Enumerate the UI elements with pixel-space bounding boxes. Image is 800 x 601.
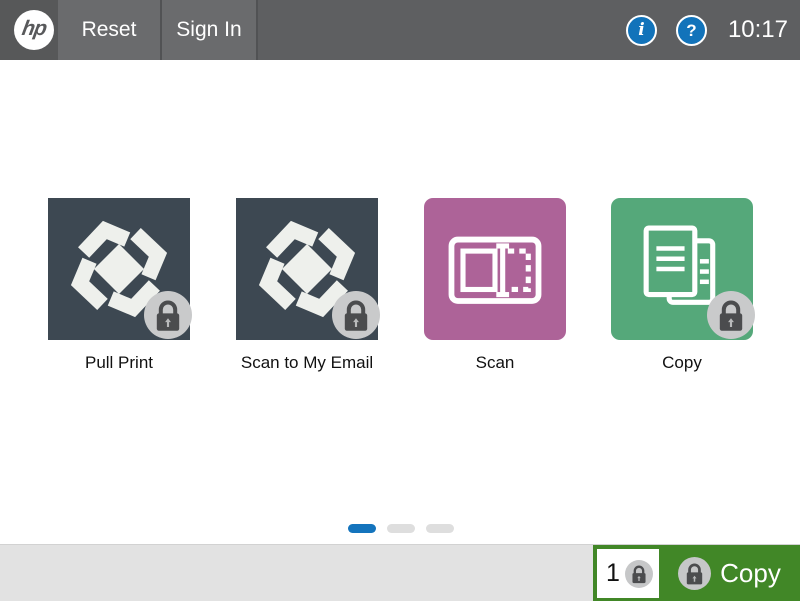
reset-button[interactable]: Reset	[58, 0, 160, 60]
app-tile-scan[interactable]: Scan	[424, 198, 566, 373]
hp-logo: hp	[0, 0, 58, 60]
lock-badge-icon	[707, 291, 755, 339]
copy-button[interactable]: Copy	[659, 545, 800, 601]
page-dot-3[interactable]	[426, 524, 454, 533]
quick-copy-panel: 1 Copy	[593, 545, 800, 601]
tile-face	[48, 198, 190, 340]
info-icon[interactable]: i	[626, 15, 657, 46]
clock: 10:17	[728, 16, 788, 44]
tile-label: Scan	[424, 353, 566, 373]
tile-face	[424, 198, 566, 340]
lock-badge-icon	[625, 560, 653, 588]
sign-in-button[interactable]: Sign In	[160, 0, 258, 60]
copies-count-field[interactable]: 1	[597, 549, 659, 598]
tile-label: Copy	[611, 353, 753, 373]
top-bar-right: i ? 10:17	[626, 0, 800, 60]
app-tile-pull-print[interactable]: Pull Print	[48, 198, 190, 373]
lock-badge-icon	[144, 291, 192, 339]
page-dot-1[interactable]	[348, 524, 376, 533]
tile-face	[611, 198, 753, 340]
tile-label: Scan to My Email	[236, 353, 378, 373]
page-indicator	[348, 524, 454, 533]
app-tile-scan-to-my-email[interactable]: Scan to My Email	[236, 198, 378, 373]
lock-badge-icon	[332, 291, 380, 339]
copy-button-label: Copy	[720, 558, 781, 589]
hp-logo-icon: hp	[14, 10, 54, 50]
scanner-icon	[431, 205, 559, 333]
help-icon[interactable]: ?	[676, 15, 707, 46]
tile-label: Pull Print	[48, 353, 190, 373]
printer-home-screen: hp Reset Sign In i ? 10:17	[0, 0, 800, 601]
page-dot-2[interactable]	[387, 524, 415, 533]
app-tile-copy[interactable]: Copy	[611, 198, 753, 373]
copies-count-value: 1	[606, 559, 620, 588]
top-bar: hp Reset Sign In i ? 10:17	[0, 0, 800, 60]
hp-logo-text: hp	[20, 17, 48, 41]
tile-face	[236, 198, 378, 340]
bottom-bar: 1 Copy	[0, 544, 800, 601]
lock-badge-icon	[678, 557, 711, 590]
